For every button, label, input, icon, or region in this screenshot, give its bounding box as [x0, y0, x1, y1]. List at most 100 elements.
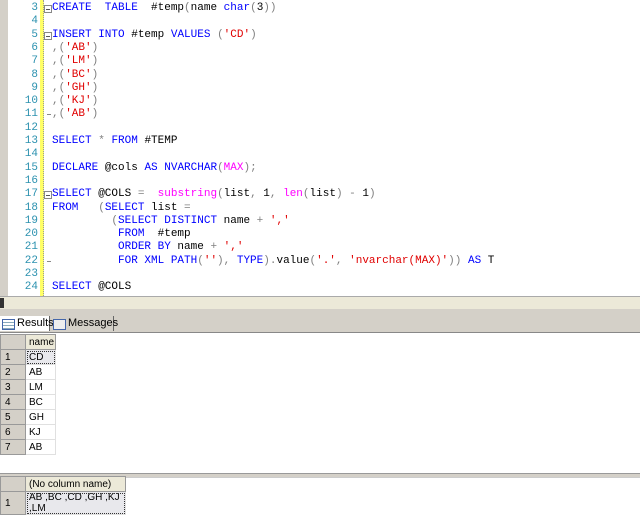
row-header[interactable]: 3 — [0, 379, 26, 395]
token-op: )) — [263, 2, 277, 14]
code-line[interactable]: 23 — [0, 268, 640, 281]
code-line[interactable]: 11 ,('AB') — [0, 108, 640, 121]
token-tx — [263, 215, 270, 227]
code-line[interactable]: 17 SELECT @COLS = substring(list, 1, len(… — [0, 188, 640, 201]
column-header[interactable]: name — [25, 334, 56, 350]
line-number: 3 — [31, 2, 38, 14]
code-line[interactable]: 24 SELECT @COLS — [0, 281, 640, 294]
cell[interactable]: AB — [25, 439, 56, 455]
code-text: DECLARE @cols AS NVARCHAR(MAX); — [52, 162, 257, 175]
results-pane: name 1 CD 2 AB 3 LM 4 BC 5 GH 6 KJ 7 AB (No column na… — [0, 333, 640, 515]
results-grid-1: name 1 CD 2 AB 3 LM 4 BC 5 GH 6 KJ 7 AB — [0, 334, 56, 455]
code-text: FROM #temp — [52, 228, 191, 241]
code-line[interactable]: 14 — [0, 148, 640, 161]
line-number: 24 — [24, 281, 38, 294]
token-str: 'KJ' — [65, 95, 92, 108]
code-text: ,('GH') — [52, 82, 98, 95]
cell[interactable]: BC — [25, 394, 56, 410]
code-line[interactable]: 7 ,('LM') — [0, 55, 640, 68]
code-text: (SELECT DISTINCT name + ',' — [52, 215, 289, 228]
token-op: ,( — [52, 55, 66, 68]
token-kw: DECLARE — [52, 161, 99, 174]
cell[interactable]: KJ — [25, 424, 56, 440]
row-header[interactable]: 4 — [0, 394, 26, 410]
table-row[interactable]: 5 GH — [0, 409, 56, 425]
table-row[interactable]: 6 KJ — [0, 424, 56, 440]
code-text: ,('LM') — [52, 55, 98, 68]
code-line[interactable]: 9 ,('GH') — [0, 82, 640, 95]
code-line[interactable]: 18 FROM (SELECT list = — [0, 202, 640, 215]
token-tx — [78, 202, 98, 214]
table-row[interactable]: 3 LM — [0, 379, 56, 395]
tab-label: Messages — [68, 317, 119, 329]
token-fn: substring — [157, 188, 218, 201]
token-tx: #TEMP — [137, 135, 178, 147]
token-str: '' — [203, 254, 218, 267]
line-number: 21 — [24, 241, 38, 254]
line-number: 17 — [24, 188, 38, 201]
scroll-thumb[interactable] — [0, 298, 4, 308]
code-line[interactable]: 5 INSERT INTO #temp VALUES ('CD') — [0, 29, 640, 42]
code-line[interactable]: 6 ,('AB') — [0, 42, 640, 55]
collapse-icon[interactable] — [44, 191, 52, 200]
token-kw: SELECT — [52, 188, 92, 201]
token-kw: INSERT INTO — [52, 28, 125, 41]
row-header[interactable]: 5 — [0, 409, 26, 425]
cell[interactable]: AB ,BC ,CD ,GH ,KJ ,LM — [25, 491, 126, 515]
row-header[interactable]: 7 — [0, 439, 26, 455]
token-kw: ORDER BY — [118, 241, 171, 254]
messages-icon — [53, 319, 66, 330]
code-line[interactable]: 10 ,('KJ') — [0, 95, 640, 108]
token-op: ( — [250, 2, 257, 14]
code-line[interactable]: 15 DECLARE @cols AS NVARCHAR(MAX); — [0, 162, 640, 175]
code-line[interactable]: 12 — [0, 122, 640, 135]
tab-results[interactable]: Results — [0, 316, 54, 331]
token-op: ). — [263, 254, 277, 267]
query-editor[interactable]: 3 CREATE TABLE #temp(name char(3)) 4 5 INSER… — [0, 0, 640, 296]
token-str: '.' — [316, 254, 336, 267]
code-line[interactable]: 4 — [0, 15, 640, 28]
token-tx — [52, 255, 118, 267]
cell[interactable]: LM — [25, 379, 56, 395]
grid-icon — [2, 319, 15, 330]
code-line[interactable]: 8 ,('BC') — [0, 69, 640, 82]
token-tx: list — [223, 188, 251, 201]
token-op: * — [98, 135, 105, 147]
row-header[interactable]: 1 — [0, 349, 26, 365]
token-op: ( — [98, 201, 105, 214]
token-tx: #temp — [124, 28, 171, 41]
line-number: 18 — [24, 201, 38, 214]
cell[interactable]: AB — [25, 364, 56, 380]
row-header[interactable]: 6 — [0, 424, 26, 440]
token-tx: T — [481, 254, 495, 267]
column-header[interactable]: (No column name) — [25, 476, 126, 492]
code-line[interactable]: 16 — [0, 175, 640, 188]
line-number: 15 — [24, 161, 38, 174]
code-line[interactable]: 22 FOR XML PATH(''), TYPE).value('.', 'n… — [0, 255, 640, 268]
code-text: ,('AB') — [52, 108, 98, 121]
horizontal-scrollbar[interactable] — [0, 296, 640, 309]
table-row[interactable]: 4 BC — [0, 394, 56, 410]
token-tx: @cols — [98, 161, 145, 174]
code-line[interactable]: 20 FROM #temp — [0, 228, 640, 241]
row-header[interactable]: 1 — [0, 491, 26, 515]
collapse-icon[interactable] — [44, 5, 52, 13]
token-op: , — [335, 254, 343, 267]
code-line[interactable]: 13 SELECT * FROM #TEMP — [0, 135, 640, 148]
token-op: ( — [184, 2, 191, 14]
token-op: ,( — [52, 108, 66, 121]
collapse-icon[interactable] — [44, 31, 52, 40]
corner-cell — [0, 334, 26, 350]
cell[interactable]: CD — [25, 349, 56, 365]
code-line[interactable]: 3 CREATE TABLE #temp(name char(3)) — [0, 2, 640, 15]
code-line[interactable]: 21 ORDER BY name + ',' — [0, 241, 640, 254]
table-row[interactable]: 1 CD — [0, 349, 56, 365]
row-header[interactable]: 2 — [0, 364, 26, 380]
cell[interactable]: GH — [25, 409, 56, 425]
table-row[interactable]: 7 AB — [0, 439, 56, 455]
tab-messages[interactable]: Messages — [51, 316, 118, 331]
token-op: ,( — [52, 95, 66, 108]
table-row[interactable]: 1 AB ,BC ,CD ,GH ,KJ ,LM — [0, 491, 126, 515]
table-row[interactable]: 2 AB — [0, 364, 56, 380]
code-line[interactable]: 19 (SELECT DISTINCT name + ',' — [0, 215, 640, 228]
